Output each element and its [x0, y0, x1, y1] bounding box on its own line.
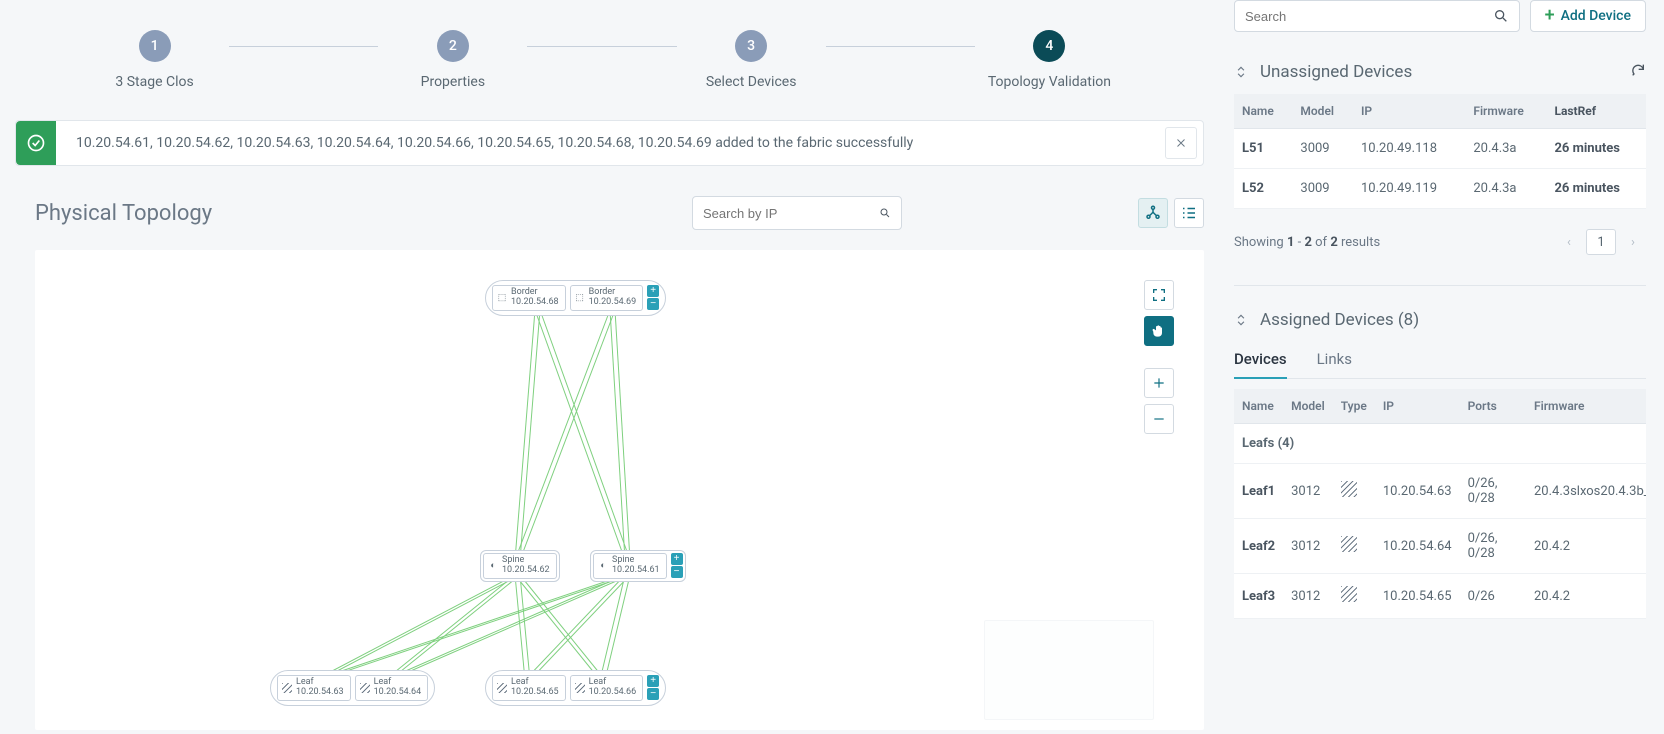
remove-border-button[interactable]: − — [647, 298, 659, 310]
type-icon — [1333, 574, 1375, 619]
refresh-button[interactable] — [1630, 62, 1646, 82]
collapse-icon[interactable] — [1234, 65, 1248, 79]
topology-header: Physical Topology — [0, 196, 1204, 250]
step-1[interactable]: 1 3 Stage Clos — [80, 30, 229, 90]
step-label: Properties — [378, 74, 527, 90]
add-leaf-button[interactable]: + — [647, 675, 659, 687]
table-row[interactable]: L52 3009 10.20.49.119 20.4.3a 26 minutes — [1234, 169, 1646, 209]
spine-1[interactable]: ◐ Spine10.20.54.62 — [480, 550, 560, 582]
device-search[interactable] — [1234, 0, 1520, 32]
search-icon — [1493, 8, 1509, 24]
leaf-icon — [497, 683, 507, 693]
search-icon — [879, 205, 891, 221]
zoom-out-button[interactable] — [1144, 404, 1174, 434]
spine-icon: ◐ — [488, 561, 498, 571]
unassigned-pager: Showing 1 - 2 of 2 results ‹ 1 › — [1234, 209, 1646, 285]
table-row[interactable]: Leaf1 3012 10.20.54.63 0/26, 0/28 20.4.3… — [1234, 464, 1646, 519]
step-4[interactable]: 4 Topology Validation — [975, 30, 1124, 90]
zoom-in-button[interactable] — [1144, 368, 1174, 398]
list-view-button[interactable] — [1174, 198, 1204, 228]
topology-search[interactable] — [692, 196, 902, 230]
step-label: 3 Stage Clos — [80, 74, 229, 90]
topology-canvas[interactable]: ⬚ Border10.20.54.68 ⬚ Border10.20.54.69 … — [35, 250, 1204, 730]
border-group[interactable]: ⬚ Border10.20.54.68 ⬚ Border10.20.54.69 … — [485, 280, 666, 316]
unassigned-table: Name Model IP Firmware LastRef L51 3009 … — [1234, 94, 1646, 209]
alert-text: 10.20.54.61, 10.20.54.62, 10.20.54.63, 1… — [56, 135, 1165, 151]
search-input[interactable] — [703, 206, 879, 221]
close-button[interactable] — [1165, 127, 1197, 159]
leaf-group-a[interactable]: Leaf10.20.54.63 Leaf10.20.54.64 — [270, 670, 435, 706]
canvas-controls — [1144, 280, 1174, 434]
tab-links[interactable]: Links — [1317, 342, 1352, 378]
remove-leaf-button[interactable]: − — [647, 688, 659, 700]
add-border-button[interactable]: + — [647, 285, 659, 297]
remove-spine-button[interactable]: − — [671, 566, 683, 578]
leaf-icon — [575, 683, 585, 693]
table-row[interactable]: L51 3009 10.20.49.118 20.4.3a 26 minutes — [1234, 129, 1646, 169]
step-connector — [229, 46, 378, 47]
step-label: Select Devices — [677, 74, 826, 90]
divider — [1234, 285, 1646, 286]
step-2[interactable]: 2 Properties — [378, 30, 527, 90]
page-number[interactable]: 1 — [1586, 229, 1616, 255]
spine-icon: ◐ — [598, 561, 608, 571]
search-input[interactable] — [1245, 9, 1493, 24]
page-title: Physical Topology — [35, 201, 692, 226]
assigned-title: Assigned Devices (8) — [1260, 310, 1646, 330]
add-device-button[interactable]: + Add Device — [1530, 0, 1646, 32]
step-number: 4 — [1033, 30, 1065, 62]
minimap — [984, 620, 1154, 720]
step-label: Topology Validation — [975, 74, 1124, 90]
node-leaf-b2[interactable]: Leaf10.20.54.66 — [570, 675, 644, 701]
node-leaf-b1[interactable]: Leaf10.20.54.65 — [492, 675, 566, 701]
leaf-group-b[interactable]: Leaf10.20.54.65 Leaf10.20.54.66 +− — [485, 670, 666, 706]
step-number: 3 — [735, 30, 767, 62]
stepper: 1 3 Stage Clos 2 Properties 3 Select Dev… — [0, 10, 1204, 120]
unassigned-title: Unassigned Devices — [1260, 62, 1618, 82]
collapse-icon[interactable] — [1234, 313, 1248, 327]
topology-view-button[interactable] — [1138, 198, 1168, 228]
step-3[interactable]: 3 Select Devices — [677, 30, 826, 90]
border-icon: ⬚ — [497, 293, 507, 303]
node-leaf-a2[interactable]: Leaf10.20.54.64 — [355, 675, 429, 701]
step-connector — [826, 46, 975, 47]
node-border-1[interactable]: ⬚ Border10.20.54.68 — [492, 285, 566, 311]
add-spine-button[interactable]: + — [671, 553, 683, 565]
prev-page-button[interactable]: ‹ — [1556, 229, 1582, 255]
step-number: 2 — [437, 30, 469, 62]
step-connector — [527, 46, 676, 47]
check-circle-icon — [16, 121, 56, 165]
step-number: 1 — [139, 30, 171, 62]
leaf-icon — [282, 683, 292, 693]
table-row[interactable]: Leaf2 3012 10.20.54.64 0/26, 0/28 20.4.2 — [1234, 519, 1646, 574]
assigned-tabs: Devices Links — [1234, 342, 1646, 379]
type-icon — [1333, 519, 1375, 574]
plus-icon: + — [1545, 7, 1555, 25]
node-leaf-a1[interactable]: Leaf10.20.54.63 — [277, 675, 351, 701]
node-spine-1[interactable]: ◐ Spine10.20.54.62 — [483, 553, 557, 579]
next-page-button[interactable]: › — [1620, 229, 1646, 255]
node-border-2[interactable]: ⬚ Border10.20.54.69 — [570, 285, 644, 311]
group-header: Leafs (4) — [1234, 424, 1646, 464]
fullscreen-button[interactable] — [1144, 280, 1174, 310]
node-spine-2[interactable]: ◐ Spine10.20.54.61 — [593, 553, 667, 579]
border-icon: ⬚ — [575, 293, 585, 303]
tab-devices[interactable]: Devices — [1234, 342, 1287, 378]
leaf-icon — [360, 683, 370, 693]
success-alert: 10.20.54.61, 10.20.54.62, 10.20.54.63, 1… — [15, 120, 1204, 166]
spine-2[interactable]: ◐ Spine10.20.54.61 +− — [590, 550, 686, 582]
assigned-table: Name Model Type IP Ports Firmware Leafs … — [1234, 389, 1646, 619]
table-row[interactable]: Leaf3 3012 10.20.54.65 0/26 20.4.2 — [1234, 574, 1646, 619]
type-icon — [1333, 464, 1375, 519]
pan-button[interactable] — [1144, 316, 1174, 346]
